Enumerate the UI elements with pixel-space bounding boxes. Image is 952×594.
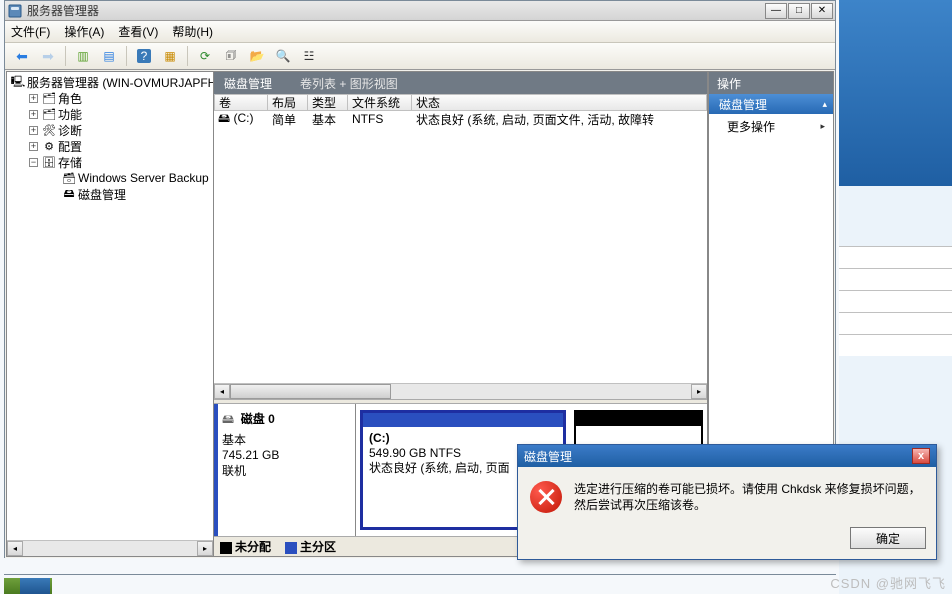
tree-roles[interactable]: +🗂角色 bbox=[9, 90, 211, 106]
maximize-button[interactable]: □ bbox=[788, 3, 810, 19]
toolbar: ⬅ ➡ ▥ ▤ ? ▦ ⟳ 🗊 📂 🔍 ☳ bbox=[5, 43, 835, 70]
roles-icon: 🗂 bbox=[42, 91, 56, 105]
app-icon bbox=[7, 3, 23, 19]
refresh-button[interactable]: ⟳ bbox=[194, 45, 216, 67]
ok-button[interactable]: 确定 bbox=[850, 527, 926, 549]
volume-row[interactable]: 🖴 (C:) 简单 基本 NTFS 状态良好 (系统, 启动, 页面文件, 活动… bbox=[214, 111, 707, 127]
dialog-titlebar[interactable]: 磁盘管理 x bbox=[518, 445, 936, 467]
menu-help[interactable]: 帮助(H) bbox=[172, 23, 213, 40]
menubar: 文件(F) 操作(A) 查看(V) 帮助(H) bbox=[5, 21, 835, 43]
backup-icon: 🗃 bbox=[62, 171, 76, 185]
actions-header: 操作 bbox=[709, 72, 833, 94]
storage-icon: 🗄 bbox=[42, 155, 56, 169]
disk-small-icon: 🖴 bbox=[222, 412, 234, 426]
pane-subtitle: 卷列表 + 图形视图 bbox=[300, 75, 398, 92]
gear-icon: ⚙ bbox=[42, 139, 56, 153]
menu-action[interactable]: 操作(A) bbox=[64, 23, 104, 40]
pane-header: 磁盘管理 卷列表 + 图形视图 bbox=[214, 72, 707, 94]
col-layout[interactable]: 布局 bbox=[268, 94, 308, 111]
list-button[interactable]: 🗊 bbox=[220, 45, 242, 67]
col-status[interactable]: 状态 bbox=[412, 94, 707, 111]
taskbar-item[interactable] bbox=[20, 578, 50, 594]
help-button[interactable]: ? bbox=[133, 45, 155, 67]
watermark: CSDN @驰网飞飞 bbox=[830, 573, 946, 592]
col-volume[interactable]: 卷 bbox=[214, 94, 268, 111]
volume-columns[interactable]: 卷 布局 类型 文件系统 状态 bbox=[214, 94, 707, 111]
pane-title: 磁盘管理 bbox=[224, 75, 272, 92]
props-button[interactable]: ☳ bbox=[298, 45, 320, 67]
dialog-close-button[interactable]: x bbox=[912, 448, 930, 464]
back-button[interactable]: ⬅ bbox=[11, 45, 33, 67]
close-button[interactable]: ✕ bbox=[811, 3, 833, 19]
diag-icon: 🛠 bbox=[42, 123, 56, 137]
panel-button[interactable]: ▦ bbox=[159, 45, 181, 67]
tree-features[interactable]: +🗂功能 bbox=[9, 106, 211, 122]
tree-pane[interactable]: 🖳 服务器管理器 (WIN-OVMURJAPFH +🗂角色 +🗂功能 +🛠诊断 … bbox=[6, 71, 214, 557]
actions-section[interactable]: 磁盘管理 bbox=[709, 94, 833, 114]
server-icon: 🖳 bbox=[11, 75, 25, 89]
titlebar[interactable]: 服务器管理器 — □ ✕ bbox=[5, 1, 835, 21]
up-button[interactable]: ▥ bbox=[72, 45, 94, 67]
disk-info[interactable]: 🖴 磁盘 0 基本 745.21 GB 联机 bbox=[214, 404, 356, 536]
actions-more[interactable]: 更多操作 bbox=[709, 114, 833, 138]
show-hide-button[interactable]: ▤ bbox=[98, 45, 120, 67]
error-icon bbox=[530, 481, 562, 513]
dialog-title: 磁盘管理 bbox=[524, 448, 912, 465]
dialog-message: 选定进行压缩的卷可能已损坏。请使用 Chkdsk 来修复损坏问题，然后尝试再次压… bbox=[574, 481, 924, 513]
menu-file[interactable]: 文件(F) bbox=[11, 23, 50, 40]
volume-hscrollbar[interactable]: ◂▸ bbox=[214, 383, 707, 399]
tree-diagnostics[interactable]: +🛠诊断 bbox=[9, 122, 211, 138]
window-title: 服务器管理器 bbox=[27, 2, 765, 19]
volume-list[interactable]: 🖴 (C:) 简单 基本 NTFS 状态良好 (系统, 启动, 页面文件, 活动… bbox=[214, 111, 707, 383]
legend-unallocated: 未分配 bbox=[220, 538, 271, 555]
col-type[interactable]: 类型 bbox=[308, 94, 348, 111]
col-fs[interactable]: 文件系统 bbox=[348, 94, 412, 111]
tree-diskmgmt[interactable]: 🖴磁盘管理 bbox=[9, 186, 211, 202]
forward-button[interactable]: ➡ bbox=[37, 45, 59, 67]
menu-view[interactable]: 查看(V) bbox=[118, 23, 158, 40]
tree-root[interactable]: 🖳 服务器管理器 (WIN-OVMURJAPFH bbox=[9, 74, 211, 90]
legend-primary: 主分区 bbox=[285, 538, 336, 555]
features-icon: 🗂 bbox=[42, 107, 56, 121]
search-icon[interactable]: 🔍 bbox=[272, 45, 294, 67]
tree-storage[interactable]: −🗄存储 bbox=[9, 154, 211, 170]
disk-icon: 🖴 bbox=[62, 187, 76, 201]
tree-hscrollbar[interactable]: ◂▸ bbox=[7, 540, 213, 556]
volume-icon: 🖴 bbox=[218, 111, 230, 125]
tree-config[interactable]: +⚙配置 bbox=[9, 138, 211, 154]
error-dialog: 磁盘管理 x 选定进行压缩的卷可能已损坏。请使用 Chkdsk 来修复损坏问题，… bbox=[517, 444, 937, 560]
settings-icon[interactable]: 📂 bbox=[246, 45, 268, 67]
tree-wsb[interactable]: 🗃Windows Server Backup bbox=[9, 170, 211, 186]
minimize-button[interactable]: — bbox=[765, 3, 787, 19]
